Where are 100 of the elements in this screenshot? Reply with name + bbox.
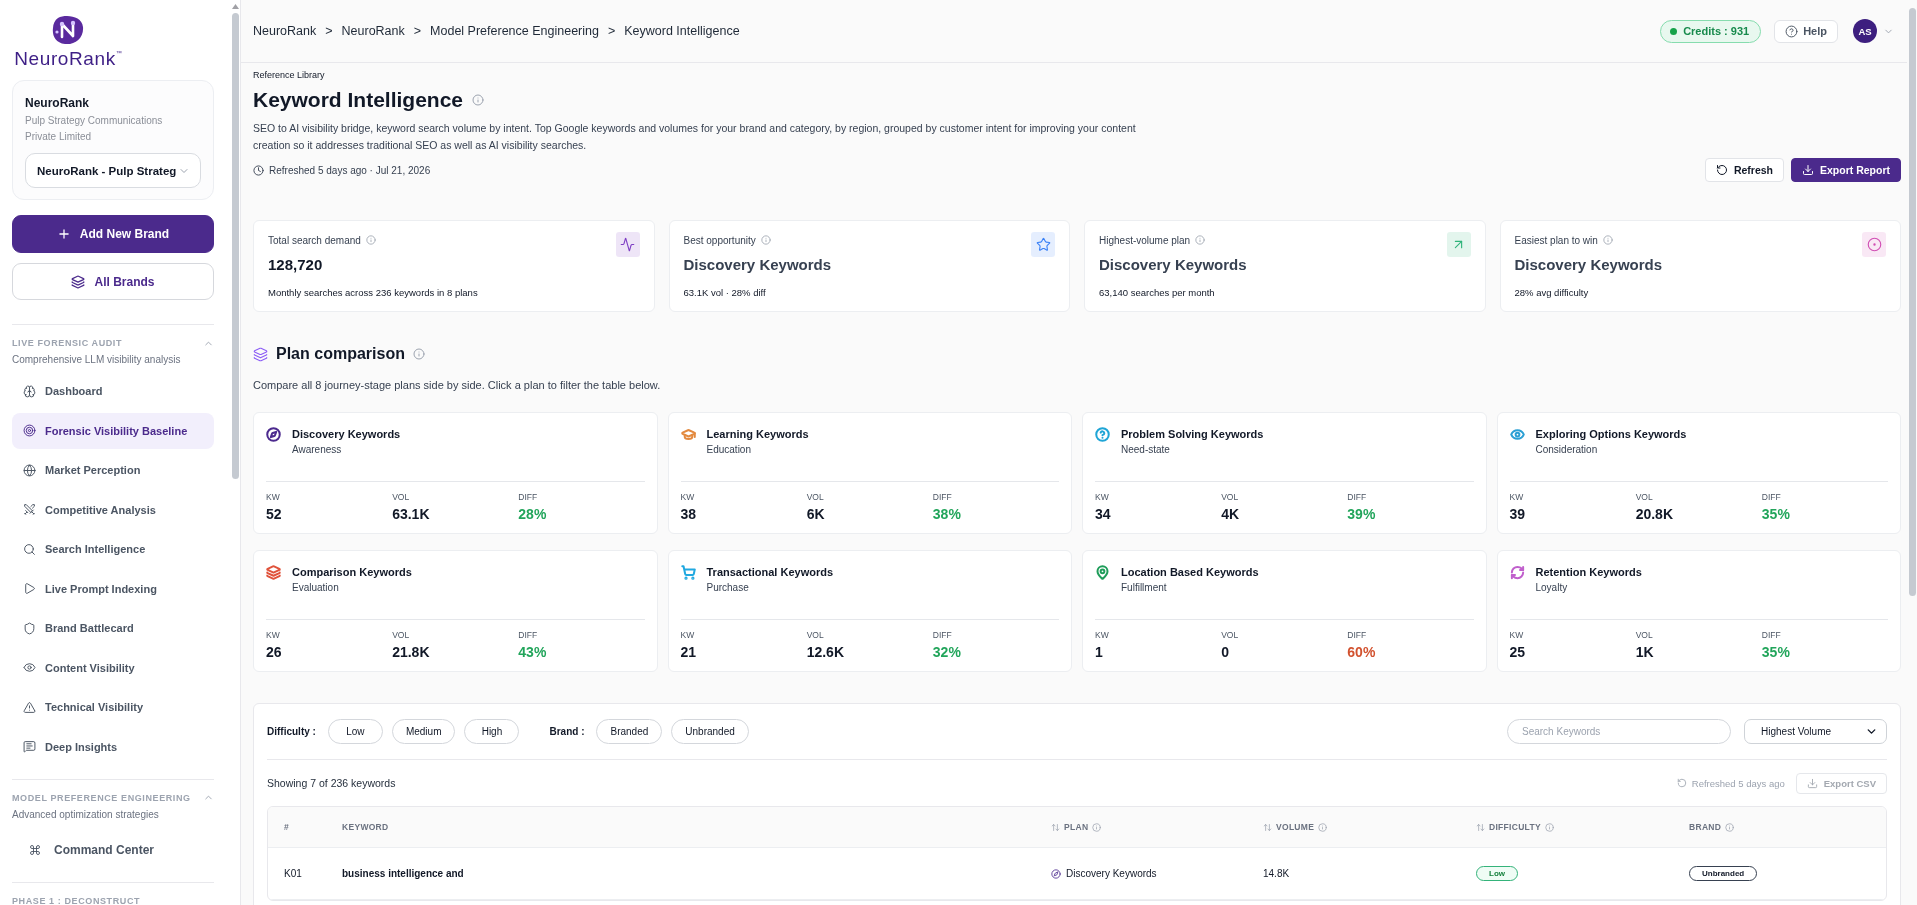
plan-name: Exploring Options Keywords <box>1535 427 1687 441</box>
filter-chip[interactable]: Medium <box>391 719 456 744</box>
info-icon <box>760 235 771 245</box>
filter-chip[interactable]: Low <box>327 719 383 744</box>
plan-card[interactable]: Problem Solving Keywords Need-state KW 34 VOL 4K DIFF 39% <box>1082 412 1487 534</box>
stat-value: Discovery Keywords <box>1099 255 1247 275</box>
add-brand-button[interactable]: Add New Brand <box>12 215 214 253</box>
metric-label: VOL <box>1635 492 1654 502</box>
globe-icon <box>23 463 36 477</box>
nav-item[interactable]: Search Intelligence <box>12 531 214 567</box>
plan-name: Problem Solving Keywords <box>1121 427 1264 441</box>
metric-value: 28% <box>518 505 548 523</box>
metric-label: VOL <box>392 630 411 640</box>
breadcrumb-link[interactable]: NeuroRank <box>253 24 317 38</box>
breadcrumb-link[interactable]: Model Preference Engineering <box>430 24 599 38</box>
nav-item[interactable]: Live Prompt Indexing <box>12 570 214 607</box>
stat-label: Easiest plan to win <box>1514 234 1598 246</box>
all-brands-button[interactable]: All Brands <box>12 263 214 300</box>
plus-icon <box>56 227 71 241</box>
company-name: Pulp Strategy Communications Private Limited <box>25 114 164 144</box>
plan-card[interactable]: Retention Keywords Loyalty KW 25 VOL 1K DIFF 35% <box>1496 550 1901 672</box>
plan-name: Discovery Keywords <box>1066 868 1157 879</box>
status-dot-icon <box>1670 27 1678 35</box>
stat-value: 128,720 <box>268 255 324 275</box>
filter-chip[interactable]: High <box>464 719 520 744</box>
metric-label: DIFF <box>518 630 539 640</box>
crossed-swords-icon <box>23 503 36 516</box>
stat-value: Discovery Keywords <box>683 255 832 275</box>
breadcrumb-separator: > <box>413 24 422 38</box>
brand-name: NeuroRank <box>25 95 90 111</box>
metric-value: 34 <box>1095 505 1112 523</box>
stat-value: Discovery Keywords <box>1514 255 1663 275</box>
keyword-id: K01 <box>284 868 303 879</box>
breadcrumb-link[interactable]: NeuroRank <box>341 24 405 38</box>
sort-icon[interactable] <box>1263 822 1272 832</box>
avatar[interactable]: AS <box>1853 19 1877 43</box>
nav-item[interactable]: Technical Visibility <box>12 689 214 725</box>
sort-icon[interactable] <box>1476 822 1485 832</box>
sort-select[interactable]: Highest Volume <box>1744 719 1887 744</box>
nav-item[interactable]: Content Visibility <box>12 649 214 686</box>
help-button[interactable]: Help <box>1774 19 1838 43</box>
scroll-up-arrow-icon[interactable] <box>231 4 239 9</box>
section-title: LIVE FORENSIC AUDIT <box>12 337 123 349</box>
column-header: BRAND <box>1689 822 1722 832</box>
refresh-button[interactable]: Refresh <box>1704 158 1784 182</box>
metric-value: 21 <box>680 643 698 661</box>
brand-badge: Unbranded <box>1689 866 1758 881</box>
metric-value: 60% <box>1347 643 1377 661</box>
metric-label: DIFF <box>932 492 953 502</box>
plan-stage: Purchase <box>706 581 750 595</box>
warning-icon <box>23 700 36 714</box>
plan-card[interactable]: Location Based Keywords Fulfillment KW 1 VOL 0 DIFF 60% <box>1082 550 1487 672</box>
shield-icon <box>23 621 36 635</box>
plan-name: Learning Keywords <box>706 427 809 441</box>
eye-icon <box>23 661 36 674</box>
plan-stage: Awareness <box>292 443 343 457</box>
info-icon <box>472 94 485 106</box>
plan-card[interactable]: Comparison Keywords Evaluation KW 26 VOL 21.8K DIFF 43% <box>253 550 658 672</box>
info-icon <box>1195 235 1206 245</box>
metric-value: 38% <box>932 505 962 523</box>
plan-card[interactable]: Discovery Keywords Awareness KW 52 VOL 63.1K DIFF 28% <box>253 412 658 534</box>
nav-item[interactable]: Dashboard <box>12 373 214 409</box>
sort-icon[interactable] <box>1051 822 1060 832</box>
metric-label: DIFF <box>518 492 539 502</box>
nav-item[interactable]: Market Perception <box>12 452 214 488</box>
metric-label: VOL <box>392 492 411 502</box>
scrollbar-thumb[interactable] <box>1908 8 1916 596</box>
plan-name: Retention Keywords <box>1535 565 1642 579</box>
nav-item[interactable]: Command Center <box>12 831 214 868</box>
plan-card[interactable]: Learning Keywords Education KW 38 VOL 6K DIFF 38% <box>667 412 1072 534</box>
metric-value: 35% <box>1761 505 1791 523</box>
metric-value: 1K <box>1635 643 1655 661</box>
brand-select[interactable]: NeuroRank - Pulp Strateg <box>25 153 201 188</box>
credits-text: Credits : 931 <box>1683 25 1750 37</box>
metric-label: VOL <box>1635 630 1654 640</box>
plan-stage: Loyalty <box>1535 581 1569 595</box>
metric-value: 4K <box>1221 505 1241 523</box>
export-report-button[interactable]: Export Report <box>1791 158 1901 182</box>
filter-chip[interactable]: Unbranded <box>671 719 749 744</box>
nav-item[interactable]: Forensic Visibility Baseline <box>12 412 214 449</box>
metric-label: VOL <box>1221 630 1240 640</box>
metric-value: 6K <box>806 505 826 523</box>
nav-item[interactable]: Brand Battlecard <box>12 610 214 646</box>
breadcrumb-current: Keyword Intelligence <box>624 24 740 38</box>
metric-label: VOL <box>1221 492 1240 502</box>
metric-label: KW <box>680 492 696 502</box>
filter-chip[interactable]: Branded <box>596 719 663 744</box>
plan-card[interactable]: Exploring Options Keywords Consideration KW 39 VOL 20.8K DIFF 35% <box>1496 412 1901 534</box>
plan-name: Transactional Keywords <box>706 565 834 579</box>
metric-label: DIFF <box>932 630 953 640</box>
search-field[interactable]: Search Keywords <box>1507 719 1731 744</box>
nav-item[interactable]: Deep Insights <box>12 728 214 765</box>
plan-card[interactable]: Transactional Keywords Purchase KW 21 VOL 12.6K DIFF 32% <box>667 550 1072 672</box>
stat-note: 28% avg difficulty <box>1514 287 1590 299</box>
column-header: VOLUME <box>1276 822 1315 832</box>
scrollbar-thumb[interactable] <box>231 13 239 479</box>
difficulty-badge: Low <box>1476 866 1518 881</box>
nav-item[interactable]: Competitive Analysis <box>12 491 214 528</box>
metric-value: 1 <box>1095 643 1104 661</box>
filter-label: Brand : <box>549 726 585 737</box>
